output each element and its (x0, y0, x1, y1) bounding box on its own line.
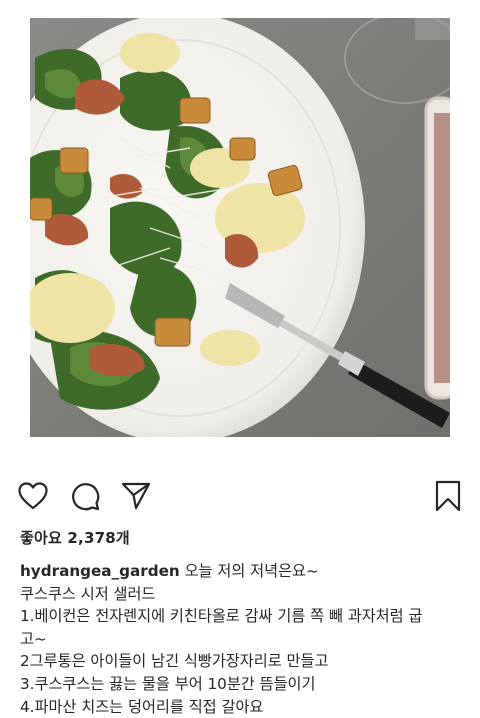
caption-line: 3.쿠스쿠스는 끓는 물을 부어 10분간 뜸들이기 (20, 674, 316, 693)
post-actions-bar (0, 478, 480, 518)
caption-text: 오늘 저의 저녁은요~ (184, 562, 319, 580)
caption-line: 고~ (20, 629, 47, 648)
caption-line: hydrangea_garden 오늘 저의 저녁은요~ (20, 560, 470, 583)
salad-image (30, 18, 450, 437)
post-caption: hydrangea_garden 오늘 저의 저녁은요~ 쿠스쿠스 시저 샐러드… (20, 560, 470, 718)
likes-count[interactable]: 좋아요 2,378개 (20, 527, 130, 548)
comment-icon[interactable] (67, 478, 103, 514)
post-photo[interactable] (30, 18, 450, 437)
caption-line: 1.베이컨은 전자렌지에 키친타올로 감싸 기름 쪽 빼 과자처럼 굽 (20, 607, 423, 626)
send-icon[interactable] (118, 478, 154, 514)
bookmark-icon[interactable] (430, 478, 466, 514)
caption-line: 2그루통은 아이들이 남긴 식빵가장자리로 만들고 (20, 652, 329, 671)
caption-line: 4.파마산 치즈는 덩어리를 직접 갈아요 (20, 697, 264, 716)
caption-line: 쿠스쿠스 시저 샐러드 (20, 584, 156, 603)
username-link[interactable]: hydrangea_garden (20, 562, 180, 580)
heart-icon[interactable] (15, 478, 51, 514)
